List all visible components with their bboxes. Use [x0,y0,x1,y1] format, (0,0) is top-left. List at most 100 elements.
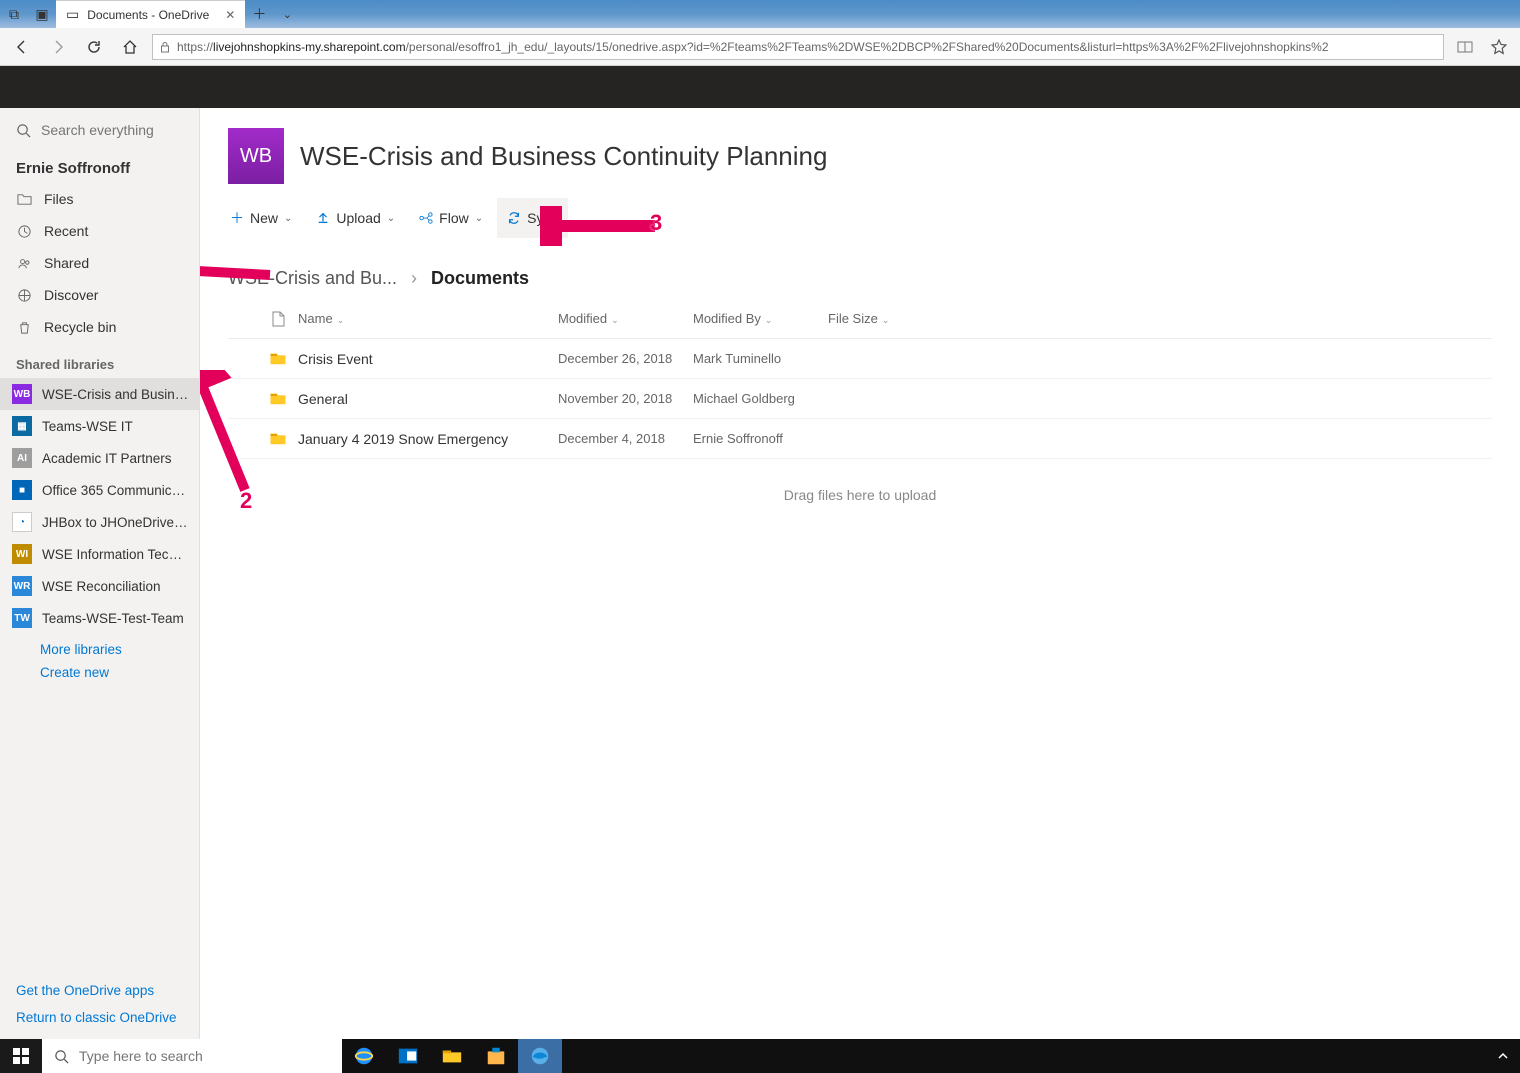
taskbar-search-input[interactable] [79,1048,330,1064]
shared-libraries-header: Shared libraries [0,343,199,378]
folder-icon [16,192,32,207]
sidebar-item-recent[interactable]: Recent [0,215,199,247]
col-modifiedby[interactable]: Modified By⌄ [693,311,828,326]
folder-icon [258,390,298,408]
col-filesize[interactable]: File Size⌄ [828,311,928,326]
sidebar-item-label: Discover [44,287,98,303]
tab-thumb-icon[interactable]: ▣ [28,0,56,28]
library-item[interactable]: TWTeams-WSE-Test-Team [0,602,199,634]
tab-chevron-icon[interactable]: ⌄ [273,0,301,28]
row-modified: November 20, 2018 [558,391,693,406]
chevron-down-icon: ⌄ [475,213,483,224]
chevron-down-icon: ⌄ [284,213,292,224]
row-modifiedby: Ernie Soffronoff [693,431,828,446]
upload-button[interactable]: Upload ⌄ [306,198,405,238]
file-type-header-icon[interactable] [258,311,298,327]
favorite-icon[interactable] [1486,39,1512,55]
library-label: WSE Information Techno... [42,547,189,562]
create-new-link[interactable]: Create new [0,661,199,684]
page-title: WSE-Crisis and Business Continuity Plann… [300,141,827,172]
col-name[interactable]: Name⌄ [298,311,558,326]
row-modified: December 26, 2018 [558,351,693,366]
library-item[interactable]: ◔JHBox to JHOneDrive Mi... [0,506,199,538]
flow-icon [419,211,433,225]
table-row[interactable]: January 4 2019 Snow EmergencyDecember 4,… [228,419,1492,459]
sidebar-item-recycle[interactable]: Recycle bin [0,311,199,343]
command-bar: ＋ New ⌄ Upload ⌄ Flow ⌄ [200,192,1520,244]
taskbar-store-icon[interactable] [474,1039,518,1073]
library-item[interactable]: AIAcademic IT Partners [0,442,199,474]
back-button[interactable] [8,33,36,61]
taskbar-explorer-icon[interactable] [430,1039,474,1073]
reading-view-icon[interactable] [1452,39,1478,55]
clock-icon [16,224,32,239]
new-button[interactable]: ＋ New ⌄ [220,198,302,238]
page-icon: ▭ [66,6,79,23]
get-apps-link[interactable]: Get the OneDrive apps [0,977,199,1004]
suite-header [0,66,1520,108]
forward-button[interactable] [44,33,72,61]
breadcrumb-current: Documents [431,268,529,289]
tray-chevron-icon[interactable] [1486,1050,1520,1062]
sidebar-item-discover[interactable]: Discover [0,279,199,311]
sync-button[interactable]: Sync [497,198,568,238]
recycle-icon [16,320,32,335]
library-label: WSE-Crisis and Busines... [42,387,189,402]
chevron-right-icon: › [411,268,417,289]
library-badge: WR [12,576,32,596]
breadcrumb: WSE-Crisis and Bu... › Documents [200,244,1520,299]
library-item[interactable]: ▦Teams-WSE IT [0,410,199,442]
new-tab-button[interactable]: ＋ [245,0,273,28]
browser-tab[interactable]: ▭ Documents - OneDrive ✕ [56,0,245,28]
browser-titlebar: ⧉ ▣ ▭ Documents - OneDrive ✕ ＋ ⌄ [0,0,1520,28]
start-button[interactable] [0,1039,42,1073]
search-icon [16,123,31,138]
taskbar-ie-icon[interactable] [342,1039,386,1073]
site-badge: WB [228,128,284,184]
browser-toolbar: https://livejohnshopkins-my.sharepoint.c… [0,28,1520,66]
library-badge: TW [12,608,32,628]
sidebar-item-label: Shared [44,255,89,271]
library-item[interactable]: WI WSE Information Techno... [0,538,199,570]
library-item[interactable]: ■Office 365 Communicati... [0,474,199,506]
library-badge: WI [12,544,32,564]
chevron-down-icon: ⌄ [765,315,773,325]
drop-hint: Drag files here to upload [228,459,1492,531]
library-item[interactable]: WBWSE-Crisis and Busines... [0,378,199,410]
search-box[interactable] [0,108,199,152]
row-name[interactable]: January 4 2019 Snow Emergency [298,431,558,447]
search-icon [54,1049,69,1064]
sidebar-item-label: Recent [44,223,88,239]
sidebar-item-files[interactable]: Files [0,183,199,215]
table-row[interactable]: GeneralNovember 20, 2018Michael Goldberg [228,379,1492,419]
library-label: WSE Reconciliation [42,579,161,594]
search-input[interactable] [41,122,183,138]
breadcrumb-root[interactable]: WSE-Crisis and Bu... [228,268,397,289]
address-bar[interactable]: https://livejohnshopkins-my.sharepoint.c… [152,34,1444,60]
table-row[interactable]: Crisis EventDecember 26, 2018Mark Tumine… [228,339,1492,379]
tab-title: Documents - OneDrive [87,8,209,22]
library-label: Office 365 Communicati... [42,483,189,498]
row-name[interactable]: Crisis Event [298,351,558,367]
taskbar-edge-icon[interactable] [518,1039,562,1073]
tab-aside-icon[interactable]: ⧉ [0,0,28,28]
col-modified[interactable]: Modified⌄ [558,311,693,326]
row-modifiedby: Mark Tuminello [693,351,828,366]
home-button[interactable] [116,33,144,61]
row-name[interactable]: General [298,391,558,407]
sidebar-item-shared[interactable]: Shared [0,247,199,279]
library-badge: ▦ [12,416,32,436]
close-icon[interactable]: ✕ [225,8,235,22]
sidebar: Ernie Soffronoff Files Recent Shared Dis… [0,108,200,1039]
more-libraries-link[interactable]: More libraries [0,634,199,661]
chevron-down-icon: ⌄ [611,315,619,325]
library-item[interactable]: WR WSE Reconciliation [0,570,199,602]
classic-link[interactable]: Return to classic OneDrive [0,1004,199,1031]
main-content: WB WSE-Crisis and Business Continuity Pl… [200,108,1520,1039]
taskbar-search[interactable] [42,1039,342,1073]
taskbar-outlook-icon[interactable] [386,1039,430,1073]
table-header: Name⌄ Modified⌄ Modified By⌄ File Size⌄ [228,299,1492,339]
row-modifiedby: Michael Goldberg [693,391,828,406]
refresh-button[interactable] [80,33,108,61]
flow-button[interactable]: Flow ⌄ [409,198,493,238]
